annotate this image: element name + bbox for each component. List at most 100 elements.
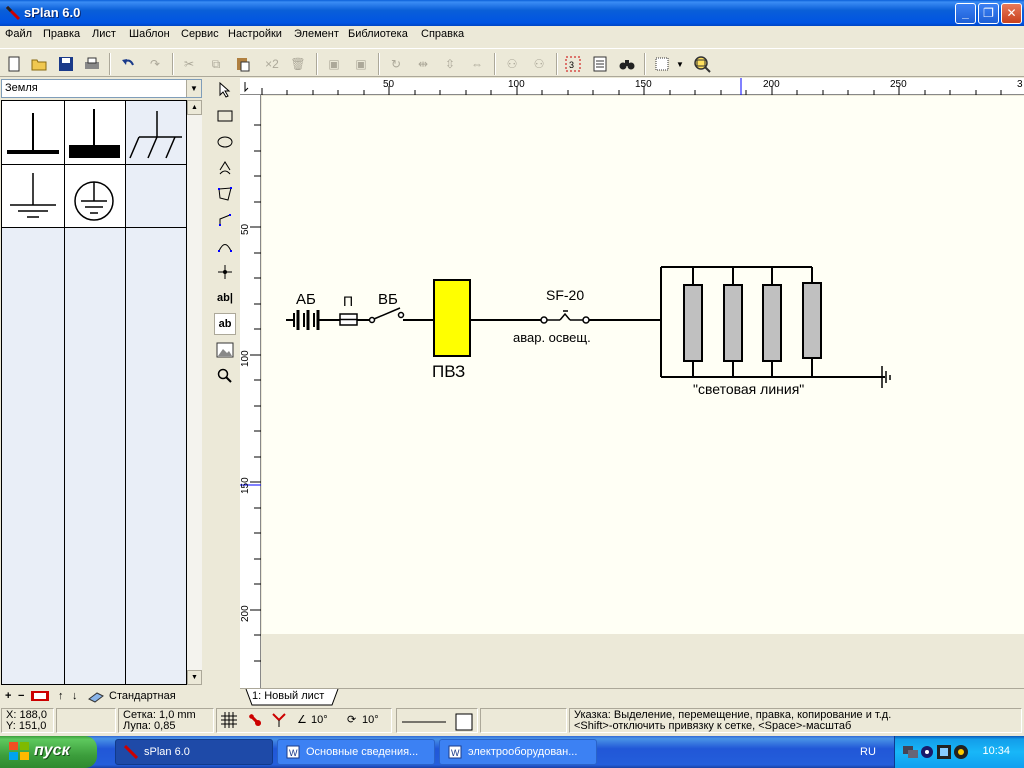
task-word-doc-2[interactable]: W электрооборудован...	[439, 739, 597, 765]
move-down-icon[interactable]: ↓	[72, 690, 78, 702]
rotate-step-icon[interactable]: ⟳	[347, 709, 356, 731]
save-icon[interactable]	[56, 54, 76, 74]
menu-service[interactable]: Сервис	[181, 28, 219, 40]
ground-thin-symbol[interactable]	[7, 113, 59, 154]
angle-step-value[interactable]: 10°	[311, 709, 328, 731]
menu-file[interactable]: Файл	[5, 28, 32, 40]
menu-sheet[interactable]: Лист	[92, 28, 116, 40]
paste-icon[interactable]	[233, 54, 253, 74]
ellipse-tool-icon[interactable]	[214, 131, 236, 153]
image-tool-icon[interactable]	[214, 339, 236, 361]
earth-ground-symbol[interactable]	[10, 173, 56, 218]
protective-earth-symbol[interactable]	[74, 181, 114, 221]
lamp-resistor[interactable]	[802, 282, 822, 359]
mirror-vertical-icon[interactable]: ⇳	[440, 54, 460, 74]
add-library-icon[interactable]: +	[5, 690, 11, 702]
parts-list-icon[interactable]	[590, 54, 610, 74]
menu-settings[interactable]: Настройки	[228, 28, 282, 40]
close-button[interactable]: ✕	[1001, 3, 1022, 24]
delete-icon[interactable]: 🗑	[288, 54, 308, 74]
multiply-copy-button[interactable]: ×2	[260, 54, 284, 74]
library-category-select[interactable]: Земля ▼	[1, 79, 202, 98]
bring-front-icon[interactable]: ▣	[324, 54, 344, 74]
menu-help[interactable]: Справка	[421, 28, 464, 40]
rotate-step-value[interactable]: 10°	[362, 709, 379, 731]
zoom-tool-icon[interactable]	[214, 365, 236, 387]
angle-step-icon[interactable]: ∠	[297, 709, 307, 731]
breaker-label[interactable]: SF-20	[546, 287, 584, 303]
lamp-resistor[interactable]	[762, 284, 782, 362]
group-icon[interactable]: ⚇	[502, 54, 522, 74]
sheet-tab[interactable]: 1: Новый лист	[252, 690, 324, 702]
grid-dropdown-arrow[interactable]: ▼	[674, 54, 686, 74]
print-icon[interactable]	[82, 54, 102, 74]
lamp-resistor[interactable]	[683, 284, 703, 362]
sound-icon[interactable]	[921, 746, 933, 758]
rectangle-tool-icon[interactable]	[214, 105, 236, 127]
new-file-icon[interactable]	[4, 54, 24, 74]
ortho-icon[interactable]	[271, 712, 287, 736]
network-icon[interactable]	[903, 746, 918, 758]
switch-label[interactable]: ВБ	[378, 291, 398, 308]
minimize-button[interactable]: _	[955, 3, 976, 24]
pointer-tool-icon[interactable]	[214, 79, 236, 101]
ungroup-icon[interactable]: ⚇	[529, 54, 549, 74]
pvz-label[interactable]: ПВЗ	[432, 362, 465, 382]
menu-element[interactable]: Элемент	[294, 28, 339, 40]
bezier-tool-icon[interactable]	[214, 235, 236, 257]
redo-icon[interactable]: ↷	[145, 54, 165, 74]
fuse-symbol[interactable]	[339, 313, 369, 326]
lamp-resistor[interactable]	[723, 284, 743, 362]
copy-icon[interactable]: ⧉	[206, 54, 226, 74]
mirror-horizontal-icon[interactable]: ⇹	[413, 54, 433, 74]
menu-library[interactable]: Библиотека	[348, 28, 408, 40]
snap-magnet-icon[interactable]	[247, 712, 263, 736]
numbering-icon[interactable]: 3	[563, 54, 583, 74]
breaker-caption[interactable]: авар. освещ.	[513, 330, 591, 345]
chevron-down-icon[interactable]: ▼	[186, 80, 201, 97]
light-line-label[interactable]: "световая линия"	[693, 381, 804, 397]
open-folder-icon[interactable]	[29, 54, 49, 74]
library-edit-icon[interactable]	[31, 690, 49, 705]
pvz-box[interactable]	[433, 279, 471, 357]
send-back-icon[interactable]: ▣	[351, 54, 371, 74]
scroll-down-icon[interactable]: ▼	[187, 670, 202, 685]
polyline-tool-icon[interactable]	[214, 157, 236, 179]
align-icon[interactable]: ⇔	[467, 54, 487, 74]
scroll-up-icon[interactable]: ▲	[187, 100, 202, 115]
grid-toggle-icon[interactable]	[221, 712, 237, 736]
battery-symbol[interactable]	[286, 310, 340, 330]
library-scrollbar[interactable]: ▲ ▼	[187, 100, 202, 685]
grid-options-icon[interactable]	[652, 54, 672, 74]
menu-edit[interactable]: Правка	[43, 28, 80, 40]
remove-library-icon[interactable]: −	[18, 690, 24, 702]
battery-label[interactable]: АБ	[296, 291, 316, 308]
undo-icon[interactable]	[118, 54, 138, 74]
find-binoculars-icon[interactable]	[617, 54, 637, 74]
zoom-fit-icon[interactable]	[692, 54, 712, 74]
junction-tool-icon[interactable]	[214, 261, 236, 283]
fuse-label[interactable]: П	[343, 293, 353, 309]
polygon-tool-icon[interactable]	[214, 183, 236, 205]
line-tool-icon[interactable]	[214, 209, 236, 231]
library-style-label[interactable]: Стандартная	[109, 690, 176, 702]
text-tool-icon[interactable]: ab|	[214, 287, 236, 309]
start-button[interactable]: пуск	[0, 736, 97, 768]
task-splan[interactable]: sPlan 6.0	[115, 739, 273, 765]
task-word-doc-1[interactable]: W Основные сведения...	[277, 739, 435, 765]
move-up-icon[interactable]: ↑	[58, 690, 64, 702]
menu-template[interactable]: Шаблон	[129, 28, 170, 40]
maximize-button[interactable]: ❐	[978, 3, 999, 24]
switch-symbol[interactable]	[368, 307, 435, 324]
text-frame-tool-icon[interactable]: ab	[214, 313, 236, 335]
drawing-sheet[interactable]: АБ П ВБ ПВЗ SF-20 авар. освещ. "световая…	[262, 96, 1024, 634]
rotate-icon[interactable]: ↻	[386, 54, 406, 74]
breaker-symbol[interactable]	[540, 310, 661, 324]
media-icon[interactable]	[954, 745, 968, 759]
antivirus-icon[interactable]	[937, 745, 951, 759]
fill-style-preview	[455, 713, 473, 731]
language-indicator[interactable]: RU	[860, 746, 876, 758]
chassis-ground-symbol[interactable]	[129, 111, 182, 159]
cut-icon[interactable]: ✂	[179, 54, 199, 74]
ground-thick-symbol[interactable]	[69, 109, 120, 158]
